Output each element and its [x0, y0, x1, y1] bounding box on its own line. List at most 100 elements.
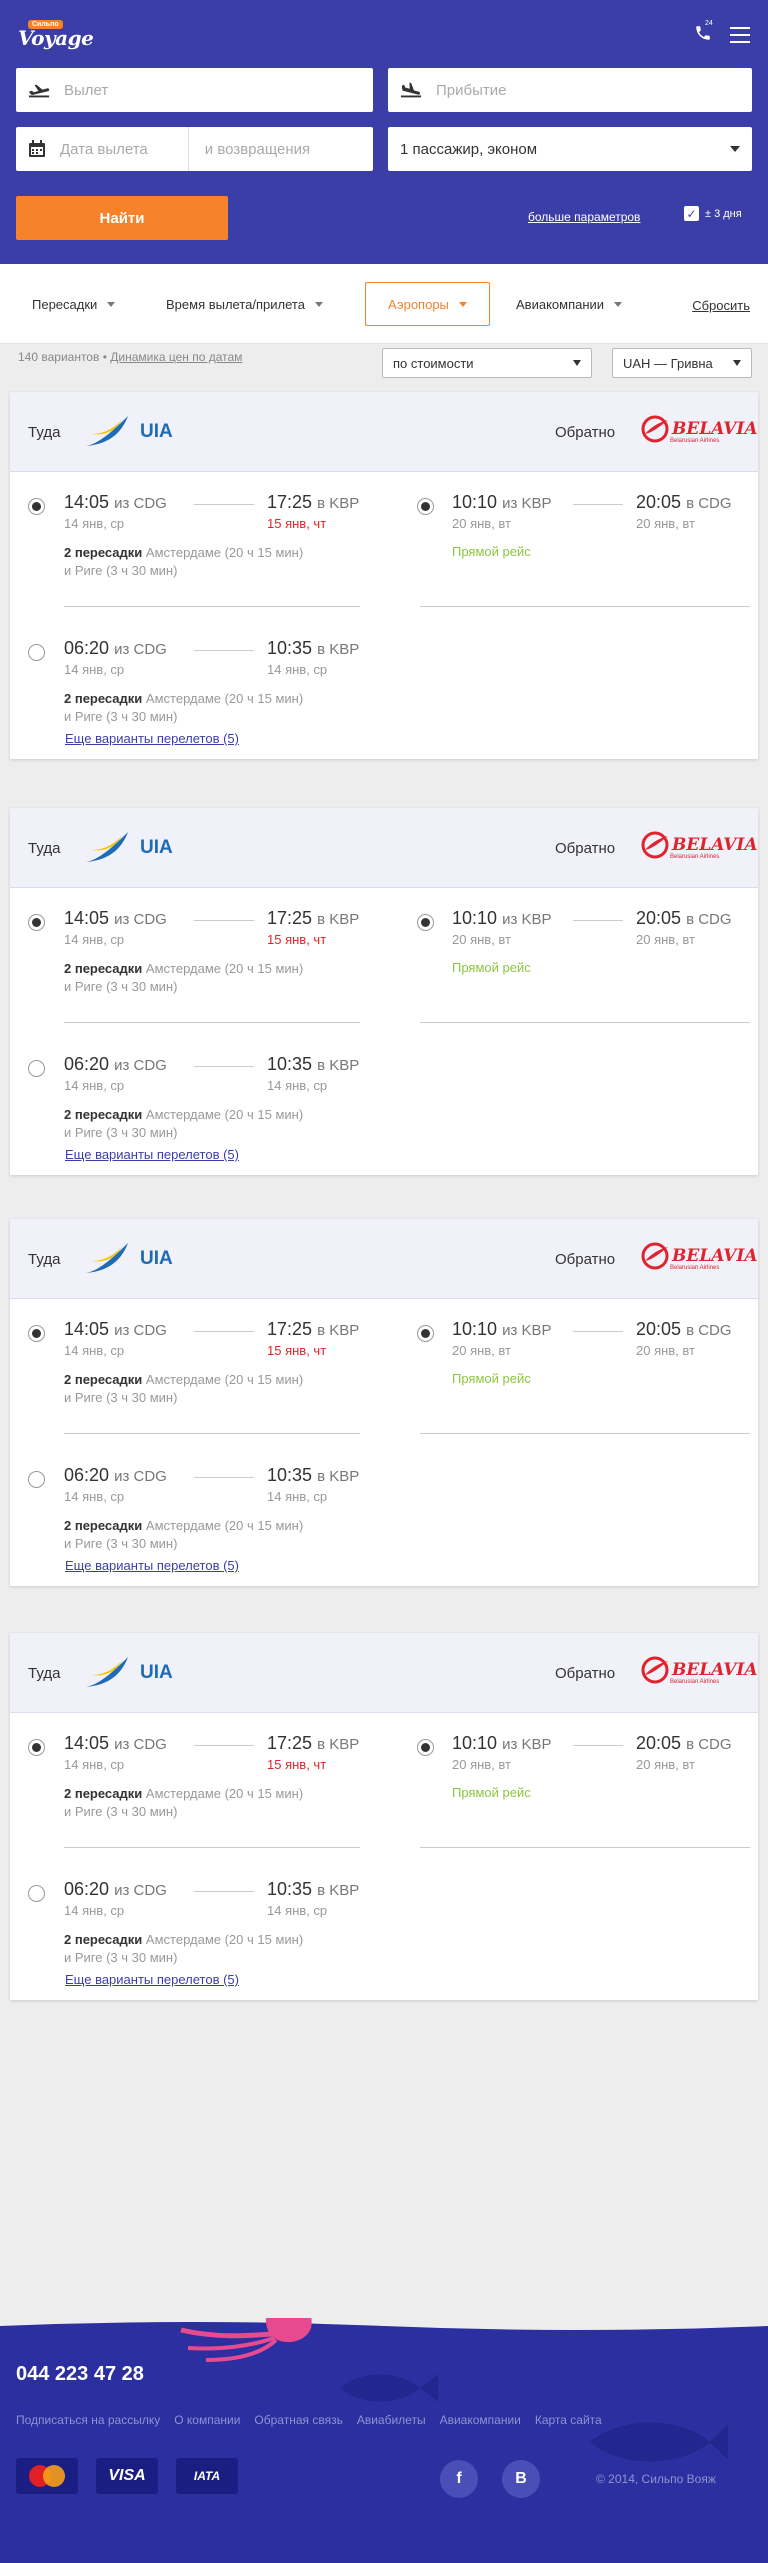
ret-dep-time: 10:10 из KBP [452, 1733, 552, 1753]
direct-flight-label: Прямой рейс [452, 960, 531, 975]
footer-link[interactable]: Обратная связь [254, 2413, 342, 2427]
logo[interactable]: Сильпо Voyage [16, 20, 94, 54]
date-from-placeholder[interactable]: Дата вылета [60, 141, 148, 158]
depart-field[interactable]: Вылет [16, 68, 373, 112]
flight-radio-selected[interactable] [28, 1739, 45, 1756]
date-separator [187, 127, 189, 171]
checkbox-checked-icon[interactable]: ✓ [684, 206, 699, 221]
calendar-icon [29, 140, 45, 157]
flight-radio[interactable] [28, 1471, 45, 1488]
divider [420, 1022, 750, 1023]
back-label: Обратно [555, 424, 616, 441]
footer-link[interactable]: О компании [174, 2413, 240, 2427]
route-line [194, 1477, 254, 1478]
currency-select[interactable]: UAH — Гривна [612, 348, 752, 378]
arr-time: 10:35 в KBP [267, 1465, 360, 1485]
return-radio-selected[interactable] [417, 498, 434, 515]
filter-airlines[interactable]: Авиакомпании [516, 290, 623, 318]
arr-time: 10:35 в KBP [267, 1054, 360, 1074]
ret-dep-date: 20 янв, вт [452, 1343, 511, 1358]
dep-time: 06:20 из CDG [64, 1054, 167, 1074]
footer-link[interactable]: Авиабилеты [357, 2413, 426, 2427]
reset-filters-link[interactable]: Сбросить [692, 298, 750, 313]
arr-time: 10:35 в KBP [267, 638, 360, 658]
filter-stops[interactable]: Пересадки [32, 290, 116, 318]
facebook-icon[interactable]: f [440, 2460, 478, 2498]
stops-info: 2 пересадки Амстердаме (20 ч 15 мин) и Ри… [64, 1786, 304, 1819]
chevron-down-icon [314, 301, 323, 307]
arr-time: 17:25 в KBP [267, 1733, 360, 1753]
more-flights-link[interactable]: Еще варианты перелетов (5) [65, 1147, 239, 1162]
divider [420, 1433, 750, 1434]
date-back-placeholder[interactable]: и возвращения [205, 141, 310, 158]
route-line [573, 920, 623, 921]
plus-minus-label: ± 3 дня [705, 207, 742, 220]
belavia-logo: BELAVIA Belarusian Airlines [640, 1655, 758, 1685]
price-dynamics-link[interactable]: Динамика цен по датам [110, 350, 242, 364]
results-count: 140 вариантов • Динамика цен по датам [18, 350, 243, 364]
depart-placeholder: Вылет [64, 81, 109, 99]
airline-back-sub: Belarusian Airlines [670, 1679, 720, 1685]
card-header: Туда UIA Обратно BELAVIA Belarusian Airl… [10, 1219, 758, 1299]
vk-icon[interactable]: B [502, 2460, 540, 2498]
filter-bar: Пересадки Время вылета/прилета Аэропоры … [0, 264, 768, 344]
plus-minus-days[interactable]: ✓ ± 3 дня [684, 206, 742, 221]
flight-radio[interactable] [28, 1885, 45, 1902]
more-flights-link[interactable]: Еще варианты перелетов (5) [65, 731, 239, 746]
flight-radio-selected[interactable] [28, 498, 45, 515]
phone-icon[interactable]: 24 [694, 20, 716, 46]
back-label: Обратно [555, 840, 616, 857]
stops-info: 2 пересадки Амстердаме (20 ч 15 мин) и Ри… [64, 961, 304, 994]
return-radio-selected[interactable] [417, 1325, 434, 1342]
landing-icon [400, 82, 422, 98]
arrive-field[interactable]: Прибытие [388, 68, 752, 112]
flight-radio-selected[interactable] [28, 914, 45, 931]
flight-radio[interactable] [28, 1060, 45, 1077]
stops-info: 2 пересадки Амстердаме (20 ч 15 мин) и Ри… [64, 1932, 304, 1965]
dep-date: 14 янв, ср [64, 516, 125, 531]
return-radio-selected[interactable] [417, 1739, 434, 1756]
airline-back-sub: Belarusian Airlines [670, 854, 720, 860]
route-line [194, 504, 254, 505]
return-radio-selected[interactable] [417, 914, 434, 931]
ret-arr-date: 20 янв, вт [636, 1343, 695, 1358]
airline-back-name: BELAVIA [672, 1660, 758, 1680]
arr-date: 14 янв, ср [267, 1489, 328, 1504]
divider [420, 1847, 750, 1848]
menu-icon[interactable] [730, 27, 750, 43]
airline-back-name: BELAVIA [672, 835, 758, 855]
filter-airports[interactable]: Аэропоры [365, 282, 490, 326]
filter-time[interactable]: Время вылета/прилета [166, 290, 323, 318]
sort-select[interactable]: по стоимости [382, 348, 592, 378]
chevron-down-icon [730, 146, 740, 152]
ret-arr-date: 20 янв, вт [636, 932, 695, 947]
more-flights-link[interactable]: Еще варианты перелетов (5) [65, 1972, 239, 1987]
divider [64, 1847, 360, 1848]
ret-arr-date: 20 янв, вт [636, 1757, 695, 1772]
footer-link[interactable]: Подписаться на рассылку [16, 2413, 160, 2427]
footer-link[interactable]: Авиакомпании [440, 2413, 521, 2427]
dates-field[interactable]: Дата вылета и возвращения [16, 127, 373, 171]
ret-dep-time: 10:10 из KBP [452, 492, 552, 512]
visa-logo: VISA [96, 2458, 158, 2494]
back-label: Обратно [555, 1251, 616, 1268]
find-button[interactable]: Найти [16, 196, 228, 240]
chevron-down-icon [107, 301, 116, 307]
more-flights-link[interactable]: Еще варианты перелетов (5) [65, 1558, 239, 1573]
belavia-logo: BELAVIA Belarusian Airlines [640, 830, 758, 860]
uia-logo: UIA [82, 414, 173, 450]
jellyfish-icon [180, 2318, 312, 2362]
social-links: f B [440, 2460, 540, 2498]
airline-back-name: BELAVIA [672, 1246, 758, 1266]
more-params-link[interactable]: больше параметров [528, 210, 640, 224]
flight-radio-selected[interactable] [28, 1325, 45, 1342]
passengers-select[interactable]: 1 пассажир, эконом [388, 127, 752, 171]
footer-phone[interactable]: 044 223 47 28 [16, 2363, 144, 2386]
dep-time: 14:05 из CDG [64, 1319, 167, 1339]
header: Сильпо Voyage 24 Вылет Прибытие Дата выл… [0, 0, 768, 264]
flight-radio[interactable] [28, 644, 45, 661]
footer-link[interactable]: Карта сайта [535, 2413, 602, 2427]
arr-date: 14 янв, ср [267, 1903, 328, 1918]
flight-card: Туда UIA Обратно BELAVIA Belarusian Airl… [10, 808, 758, 1175]
ret-dep-date: 20 янв, вт [452, 1757, 511, 1772]
